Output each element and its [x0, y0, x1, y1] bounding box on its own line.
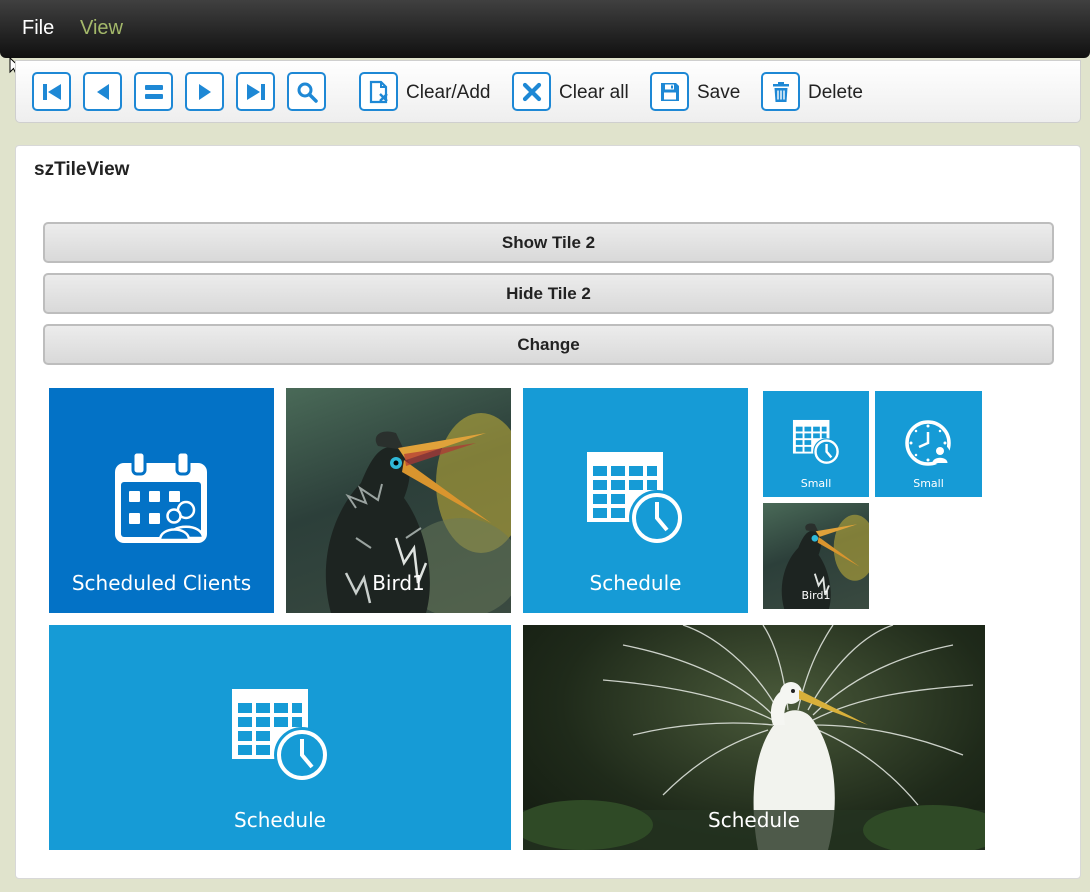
tile-label: Small	[800, 477, 832, 490]
tile-view-panel: szTileView Show Tile 2 Hide Tile 2 Chang…	[15, 145, 1081, 879]
menu-bar: File View	[0, 0, 1090, 58]
close-icon	[522, 82, 541, 101]
menu-view[interactable]: View	[80, 17, 123, 40]
equals-icon	[144, 84, 163, 99]
skip-first-icon	[42, 83, 61, 100]
clear-all-label[interactable]: Clear all	[559, 82, 629, 104]
tile-label: Scheduled Clients	[71, 571, 252, 595]
tile-scheduled-clients[interactable]: Scheduled Clients	[49, 388, 274, 613]
change-button[interactable]: Change	[43, 324, 1054, 365]
show-tile-button[interactable]: Show Tile 2	[43, 222, 1054, 263]
tile-label: Small	[913, 477, 944, 490]
save-button[interactable]	[650, 72, 689, 111]
clear-add-label[interactable]: Clear/Add	[406, 82, 491, 104]
tile-small-clock[interactable]: Small	[875, 391, 982, 497]
skip-last-icon	[246, 83, 265, 100]
clock-user-icon	[905, 420, 951, 466]
hide-tile-button[interactable]: Hide Tile 2	[43, 273, 1054, 314]
floppy-disk-icon	[660, 82, 679, 101]
tile-small-bird1[interactable]: Bird1	[763, 503, 869, 609]
tile-schedule[interactable]: Schedule	[523, 388, 748, 613]
tile-small-schedule[interactable]: Small	[763, 391, 869, 497]
tile-label: Bird1	[801, 589, 831, 602]
menu-file[interactable]: File	[22, 17, 54, 40]
schedule-icon	[232, 689, 330, 783]
next-record-button[interactable]	[185, 72, 224, 111]
first-record-button[interactable]	[32, 72, 71, 111]
last-record-button[interactable]	[236, 72, 275, 111]
schedule-icon	[587, 452, 685, 546]
clear-add-button[interactable]	[359, 72, 398, 111]
play-right-icon	[198, 83, 211, 100]
delete-label[interactable]: Delete	[808, 82, 863, 104]
tile-label: Bird1	[372, 571, 425, 595]
previous-record-button[interactable]	[83, 72, 122, 111]
clear-all-button[interactable]	[512, 72, 551, 111]
document-clear-icon	[369, 80, 388, 103]
current-record-button[interactable]	[134, 72, 173, 111]
play-left-icon	[96, 83, 109, 100]
schedule-icon	[792, 419, 840, 466]
save-label[interactable]: Save	[697, 82, 740, 104]
delete-button[interactable]	[761, 72, 800, 111]
tile-label: Schedule	[708, 808, 800, 832]
calendar-clients-icon	[115, 450, 207, 543]
tile-label: Schedule	[234, 808, 326, 832]
tile-wide-schedule[interactable]: Schedule	[49, 625, 511, 850]
search-button[interactable]	[287, 72, 326, 111]
trash-icon	[772, 81, 789, 102]
tile-label: Schedule	[589, 571, 682, 595]
tile-bird1[interactable]: Bird1	[286, 388, 511, 613]
search-icon	[297, 82, 318, 103]
panel-title: szTileView	[34, 159, 130, 180]
toolbar: Clear/Add Clear all Save Delete	[15, 60, 1081, 123]
tile-egret[interactable]: Schedule	[523, 625, 985, 850]
